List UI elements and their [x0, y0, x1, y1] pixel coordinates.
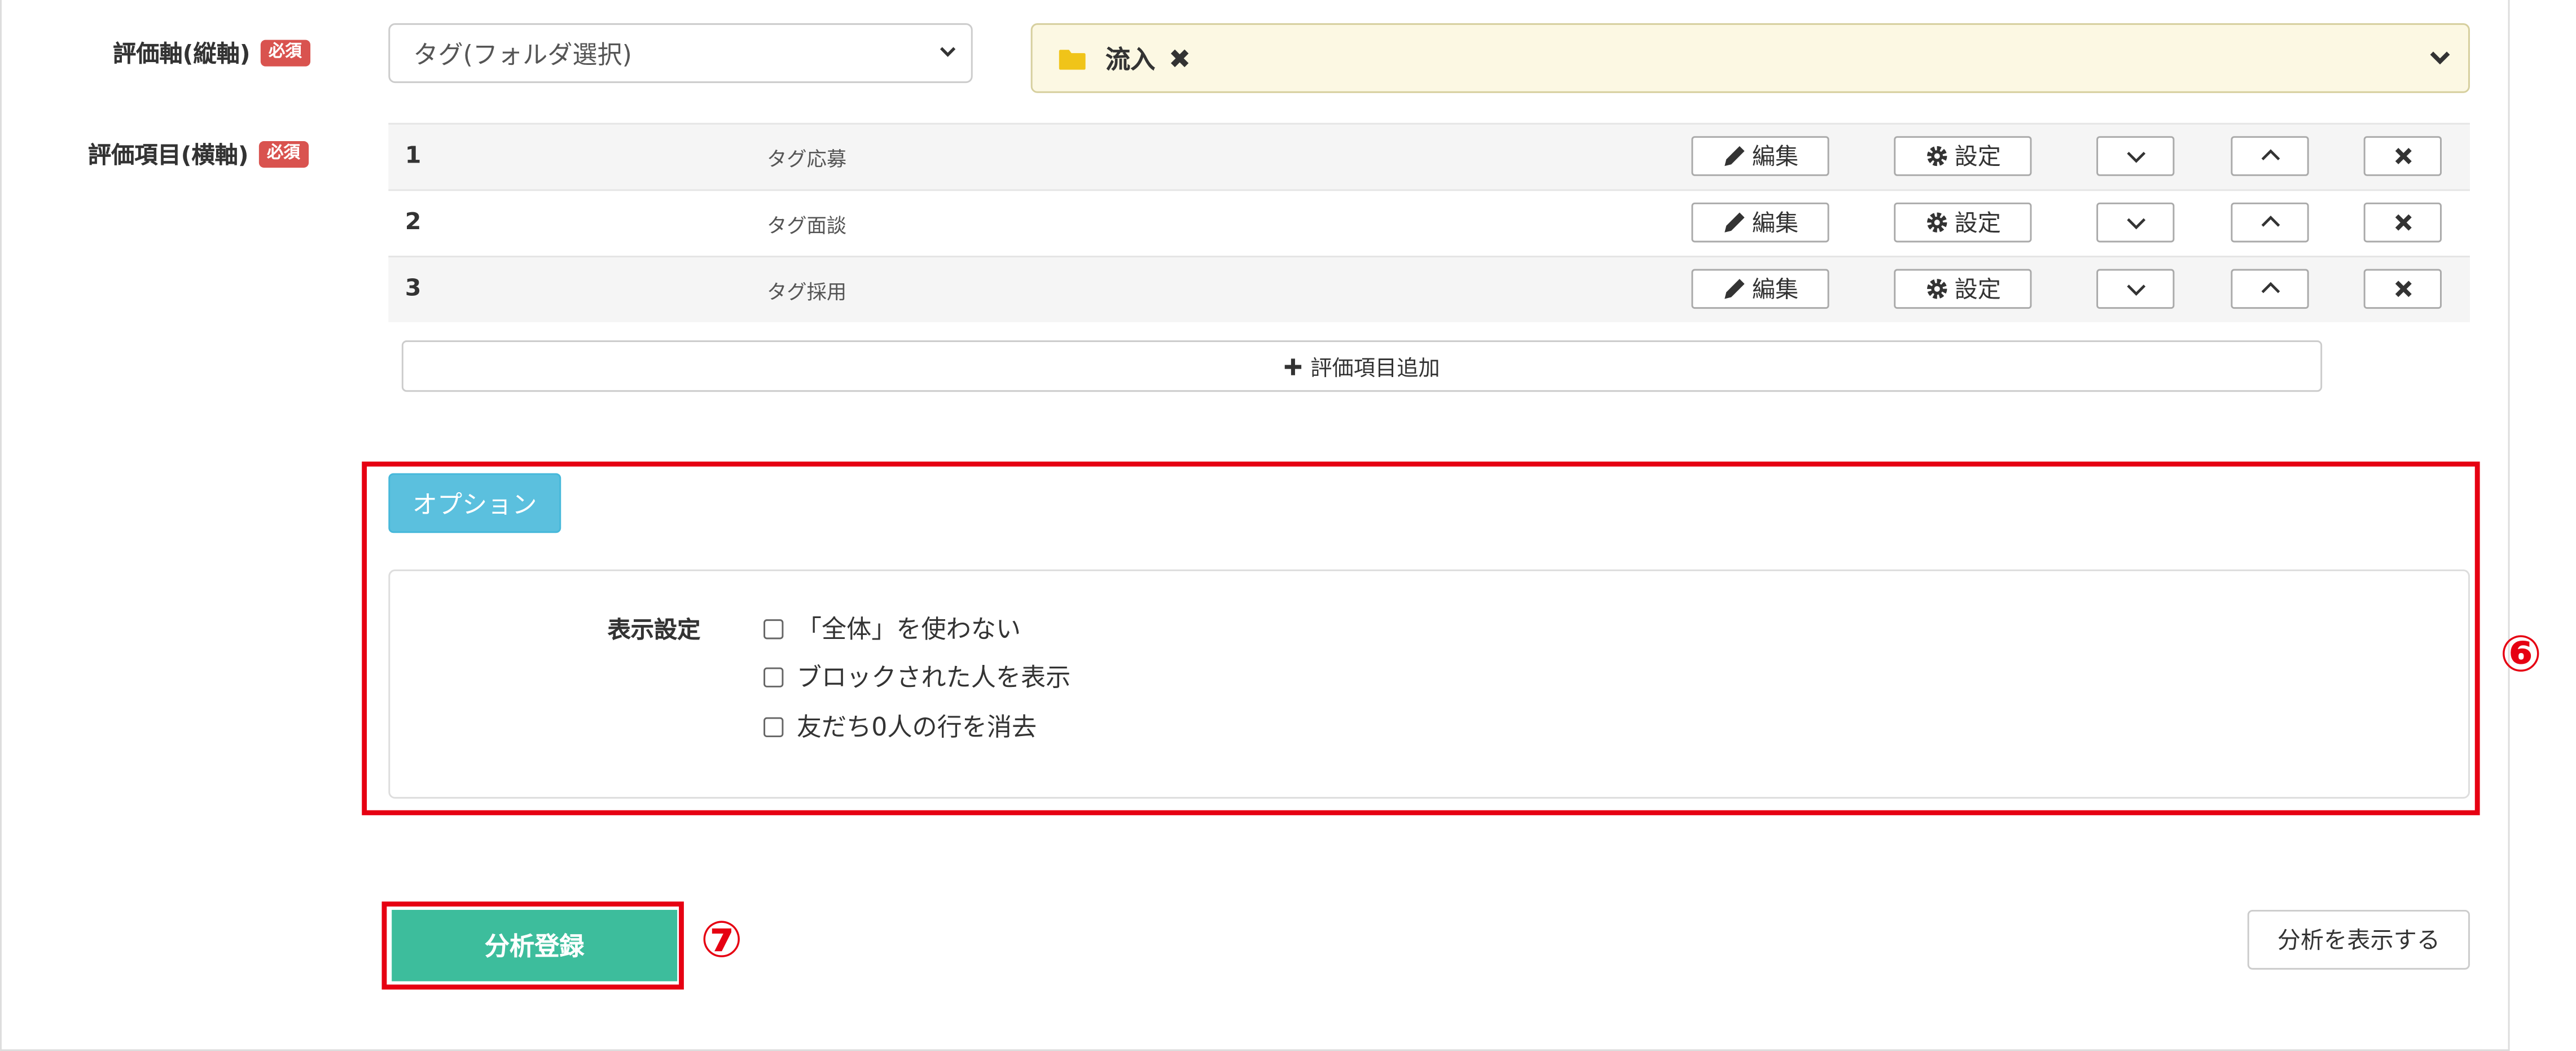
- checkbox-row[interactable]: 友だち0人の行を消去: [763, 709, 1037, 744]
- page: 評価軸(縦軸) 必須 タグ(フォルダ選択) 流入 ✖ 評価項目(横軸) 必須 1…: [0, 0, 2576, 1051]
- chevron-up-icon: [2261, 282, 2279, 294]
- delete-button[interactable]: [2363, 269, 2442, 309]
- settings-button-label: 設定: [1954, 211, 2001, 238]
- edit-button-label: 編集: [1752, 144, 1799, 171]
- table-row: 2 タグ面談 編集 設定: [388, 189, 2470, 256]
- item-number: 1: [405, 142, 422, 170]
- delete-button[interactable]: [2363, 202, 2442, 243]
- checkbox-row[interactable]: 「全体」を使わない: [763, 611, 1021, 646]
- options-toggle-button[interactable]: オプション: [388, 473, 561, 533]
- edit-button-label: 編集: [1752, 211, 1799, 238]
- remove-tag-icon[interactable]: ✖: [1169, 42, 1191, 74]
- axis-select[interactable]: タグ(フォルダ選択): [388, 23, 973, 84]
- item-name: タグ面談: [766, 214, 847, 238]
- item-number: 2: [405, 209, 422, 236]
- add-item-button[interactable]: 評価項目追加: [401, 340, 2323, 392]
- edit-button[interactable]: 編集: [1691, 202, 1829, 243]
- chevron-down-icon: [2126, 218, 2145, 230]
- add-item-label: 評価項目追加: [1310, 357, 1440, 382]
- selected-tag-box[interactable]: 流入 ✖: [1030, 23, 2470, 93]
- chevron-up-icon: [2261, 216, 2279, 227]
- edit-button[interactable]: 編集: [1691, 269, 1829, 309]
- view-analysis-button[interactable]: 分析を表示する: [2247, 909, 2470, 970]
- chevron-down-icon: [2126, 151, 2145, 163]
- close-icon: [2394, 148, 2411, 164]
- item-number: 3: [405, 275, 422, 303]
- move-down-button[interactable]: [2096, 136, 2175, 176]
- table-row: 3 タグ採用 編集 設定: [388, 255, 2470, 322]
- item-name: タグ応募: [766, 147, 847, 171]
- close-icon: [2394, 281, 2411, 297]
- gear-icon: [1926, 279, 1946, 299]
- pencil-icon: [1723, 212, 1744, 233]
- chevron-down-icon: [940, 47, 956, 57]
- required-badge: 必須: [260, 40, 310, 67]
- chevron-down-icon[interactable]: [2428, 46, 2451, 69]
- settings-button-label: 設定: [1954, 144, 2001, 171]
- checkbox[interactable]: [763, 618, 784, 639]
- edit-button[interactable]: 編集: [1691, 136, 1829, 176]
- move-down-button[interactable]: [2096, 202, 2175, 243]
- edit-button-label: 編集: [1752, 277, 1799, 304]
- annotation-number-six: ⑥: [2499, 625, 2542, 684]
- chevron-down-icon: [2126, 284, 2145, 296]
- move-up-button[interactable]: [2231, 136, 2309, 176]
- checkbox-row[interactable]: ブロックされた人を表示: [763, 659, 1070, 694]
- pencil-icon: [1723, 279, 1744, 299]
- settings-button[interactable]: 設定: [1894, 136, 2032, 176]
- move-up-button[interactable]: [2231, 202, 2309, 243]
- folder-icon: [1059, 49, 1086, 69]
- selected-tag-label: 流入: [1105, 43, 1156, 74]
- required-badge: 必須: [258, 141, 309, 168]
- plus-icon: [1285, 357, 1302, 375]
- axis-select-value: タグ(フォルダ選択): [413, 39, 632, 69]
- settings-button-label: 設定: [1954, 277, 2001, 304]
- vertical-axis-label-text: 評価軸(縦軸): [113, 41, 251, 68]
- checkbox[interactable]: [763, 716, 784, 737]
- checkbox-label: ブロックされた人を表示: [796, 662, 1071, 693]
- pencil-icon: [1723, 146, 1744, 167]
- options-panel: [388, 569, 2470, 799]
- display-setting-label: 表示設定: [607, 618, 701, 645]
- settings-button[interactable]: 設定: [1894, 202, 2032, 243]
- annotation-number-seven: ⑦: [700, 911, 743, 970]
- item-name: タグ採用: [766, 281, 847, 304]
- chevron-up-icon: [2261, 149, 2279, 161]
- delete-button[interactable]: [2363, 136, 2442, 176]
- horizontal-axis-label: 評価項目(横軸) 必須: [88, 138, 309, 171]
- horizontal-axis-label-text: 評価項目(横軸): [87, 142, 249, 170]
- submit-analysis-button[interactable]: 分析登録: [392, 909, 678, 982]
- table-row: 1 タグ応募 編集 設定: [388, 122, 2470, 190]
- move-down-button[interactable]: [2096, 269, 2175, 309]
- settings-button[interactable]: 設定: [1894, 269, 2032, 309]
- checkbox-label: 「全体」を使わない: [796, 614, 1021, 645]
- gear-icon: [1926, 146, 1946, 167]
- close-icon: [2394, 214, 2411, 231]
- vertical-axis-label: 評価軸(縦軸) 必須: [113, 37, 310, 70]
- checkbox-label: 友だち0人の行を消去: [796, 712, 1037, 742]
- checkbox[interactable]: [763, 667, 784, 687]
- move-up-button[interactable]: [2231, 269, 2309, 309]
- gear-icon: [1926, 212, 1946, 233]
